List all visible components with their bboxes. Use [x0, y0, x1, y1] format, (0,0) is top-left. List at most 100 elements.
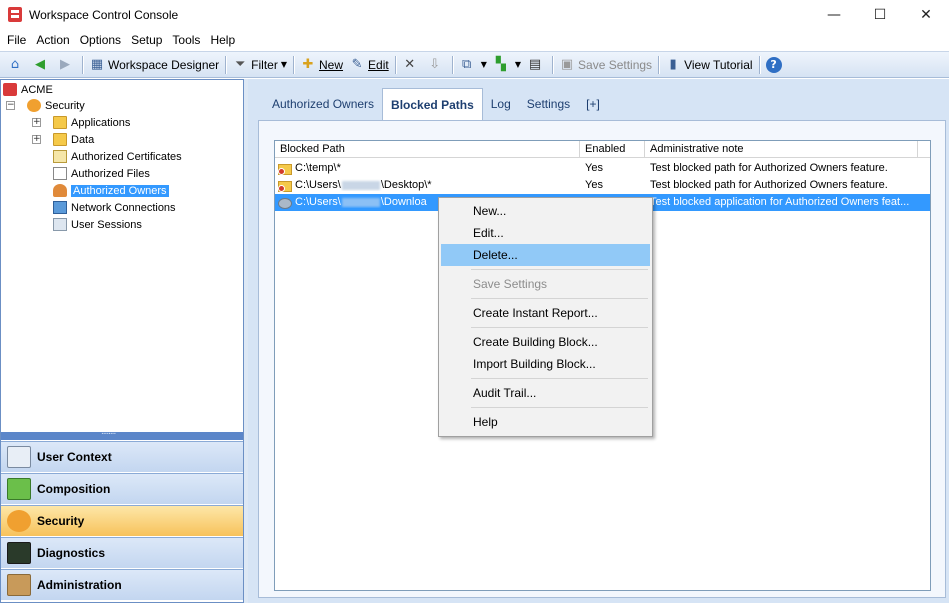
report-icon: ▤: [528, 57, 542, 72]
note-cell: Test blocked path for Authorized Owners …: [650, 179, 888, 191]
menu-help[interactable]: Help: [205, 30, 240, 50]
tree-node-acme[interactable]: ACME: [3, 81, 53, 98]
building-block-button[interactable]: ▚ ▼: [490, 54, 524, 76]
panel-splitter[interactable]: [1, 426, 243, 440]
delete-button[interactable]: ✕: [399, 54, 424, 76]
tree-node-user-sessions[interactable]: User Sessions: [53, 216, 142, 233]
copy-icon: ⧉: [462, 57, 472, 72]
home-button[interactable]: ⌂: [4, 54, 29, 76]
nav-user-context[interactable]: User Context: [1, 441, 243, 472]
menu-separator: [471, 298, 648, 299]
menu-setup[interactable]: Setup: [126, 30, 167, 50]
menu-item-import-building-block[interactable]: Import Building Block...: [441, 353, 650, 375]
tab-authorized-owners[interactable]: Authorized Owners: [264, 88, 382, 121]
note-cell: Test blocked path for Authorized Owners …: [650, 162, 888, 174]
navigation-tree: ACME − Security + Applications + Data Au…: [1, 80, 243, 432]
nav-diagnostics[interactable]: Diagnostics: [1, 537, 243, 568]
toolbar-separator: [82, 55, 83, 74]
tab-settings[interactable]: Settings: [519, 88, 578, 121]
sessions-icon: [53, 218, 67, 231]
tree-node-authorized-owners[interactable]: Authorized Owners: [53, 182, 169, 199]
toolbar-separator: [394, 55, 396, 74]
menu-item-delete[interactable]: Delete...: [441, 244, 650, 266]
toolbar-separator: [552, 55, 554, 74]
forward-button[interactable]: ▶: [54, 54, 79, 76]
nav-composition[interactable]: Composition: [1, 473, 243, 504]
menu-separator: [471, 378, 648, 379]
column-administrative-note[interactable]: Administrative note: [645, 141, 918, 158]
certificate-icon: [53, 150, 67, 163]
close-button[interactable]: ✕: [903, 0, 949, 30]
expand-toggle[interactable]: +: [32, 135, 41, 144]
menu-item-new[interactable]: New...: [441, 200, 650, 222]
path-cell: C:\Users\ \Desktop\*: [295, 179, 432, 191]
menu-separator: [471, 327, 648, 328]
building-block-icon: ▚: [495, 57, 506, 72]
back-arrow-icon: ◀: [35, 57, 45, 72]
menu-separator: [471, 407, 648, 408]
menu-action[interactable]: Action: [31, 30, 74, 50]
acme-icon: [3, 83, 17, 96]
copy-button[interactable]: ⧉ ▼: [456, 54, 490, 76]
nav-administration[interactable]: Administration: [1, 569, 243, 600]
folder-icon: [53, 116, 67, 129]
view-tutorial-button[interactable]: ▮ View Tutorial: [662, 54, 755, 76]
menu-item-create-building-block[interactable]: Create Building Block...: [441, 331, 650, 353]
delete-icon: ✕: [404, 57, 416, 72]
tree-node-network-connections[interactable]: Network Connections: [53, 199, 176, 216]
table-row[interactable]: C:\temp\* Yes Test blocked path for Auth…: [275, 160, 930, 177]
tab-add[interactable]: [+]: [578, 88, 608, 121]
tree-node-authorized-certificates[interactable]: Authorized Certificates: [53, 148, 182, 165]
tab-strip: Authorized Owners Blocked Paths Log Sett…: [264, 88, 608, 121]
tree-node-authorized-files[interactable]: Authorized Files: [53, 165, 150, 182]
path-cell: C:\Users\ \Downloa: [295, 196, 427, 208]
tab-log[interactable]: Log: [483, 88, 519, 121]
column-blocked-path[interactable]: Blocked Path: [275, 141, 580, 158]
column-enabled[interactable]: Enabled: [580, 141, 645, 158]
note-cell: Test blocked application for Authorized …: [650, 196, 910, 208]
new-button[interactable]: ✚ New: [297, 54, 346, 76]
menu-item-create-instant-report[interactable]: Create Instant Report...: [441, 302, 650, 324]
tree-node-security[interactable]: Security: [27, 97, 85, 114]
network-icon: [53, 201, 67, 214]
menu-tools[interactable]: Tools: [167, 30, 205, 50]
tab-blocked-paths[interactable]: Blocked Paths: [382, 88, 483, 121]
tree-node-applications[interactable]: Applications: [53, 114, 130, 131]
administration-icon: [7, 574, 31, 596]
help-button[interactable]: ?: [763, 54, 788, 76]
filter-icon: ⏷: [234, 57, 246, 72]
chevron-down-icon: ▼: [280, 60, 287, 69]
minimize-button[interactable]: —: [811, 0, 857, 30]
menu-file[interactable]: File: [2, 30, 31, 50]
table-row[interactable]: C:\Users\ \Desktop\* Yes Test blocked pat…: [275, 177, 930, 194]
nav-security[interactable]: Security: [1, 505, 243, 536]
blocked-application-icon: [278, 196, 292, 209]
import-button[interactable]: ⇩: [424, 54, 449, 76]
menu-separator: [471, 269, 648, 270]
save-settings-button[interactable]: ▣ Save Settings: [556, 54, 655, 76]
help-icon: ?: [765, 56, 782, 73]
back-button[interactable]: ◀: [29, 54, 54, 76]
filter-button[interactable]: ⏷ Filter ▼: [229, 54, 290, 76]
collapse-toggle[interactable]: −: [6, 101, 15, 110]
report-button[interactable]: ▤: [524, 54, 549, 76]
menu-item-help[interactable]: Help: [441, 411, 650, 433]
tutorial-icon: ▮: [669, 57, 677, 72]
redacted-username: [341, 197, 380, 207]
menu-item-save-settings[interactable]: Save Settings: [441, 273, 650, 295]
folder-icon: [53, 133, 67, 146]
workspace-designer-button[interactable]: ▦ Workspace Designer: [86, 54, 222, 76]
edit-button[interactable]: ✎ Edit: [346, 54, 392, 76]
enabled-cell: Yes: [585, 179, 603, 191]
menu-item-audit-trail[interactable]: Audit Trail...: [441, 382, 650, 404]
toolbar-separator: [758, 55, 760, 74]
security-key-icon: [7, 510, 31, 532]
menu-item-edit[interactable]: Edit...: [441, 222, 650, 244]
maximize-button[interactable]: ☐: [857, 0, 903, 30]
title-bar: Workspace Control Console — ☐ ✕: [0, 0, 949, 30]
tree-node-data[interactable]: Data: [53, 131, 94, 148]
menu-options[interactable]: Options: [75, 30, 126, 50]
expand-toggle[interactable]: +: [32, 118, 41, 127]
user-icon: [53, 184, 67, 197]
designer-icon: ▦: [90, 57, 104, 72]
